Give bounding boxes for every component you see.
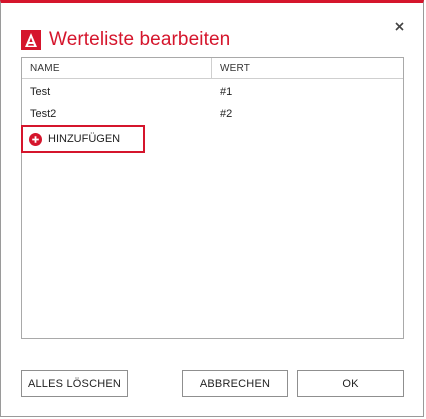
table-row[interactable]: Test #1: [22, 81, 403, 103]
close-icon: [394, 21, 404, 31]
add-entry-button[interactable]: HINZUFÜGEN: [21, 125, 145, 153]
cell-name[interactable]: Test2: [22, 108, 212, 120]
add-entry-label: HINZUFÜGEN: [48, 133, 121, 145]
table-header: NAME WERT: [22, 58, 403, 79]
table-row[interactable]: Test2 #2: [22, 103, 403, 125]
table-body: Test #1 Test2 #2: [22, 79, 403, 125]
ok-button[interactable]: OK: [297, 370, 404, 397]
cell-value[interactable]: #2: [212, 108, 403, 120]
app-logo-icon: [21, 30, 41, 50]
clear-all-button[interactable]: ALLES LÖSCHEN: [21, 370, 128, 397]
close-button[interactable]: [391, 18, 407, 34]
add-icon: [29, 132, 42, 146]
dialog-title: Werteliste bearbeiten: [49, 29, 231, 50]
cell-name[interactable]: Test: [22, 86, 212, 98]
dialog-title-bar: Werteliste bearbeiten: [21, 27, 230, 53]
value-list-table: NAME WERT Test #1 Test2 #2: [21, 57, 404, 339]
cancel-button[interactable]: ABBRECHEN: [182, 370, 288, 397]
column-header-name[interactable]: NAME: [22, 58, 212, 78]
cell-value[interactable]: #1: [212, 86, 403, 98]
column-header-value[interactable]: WERT: [212, 58, 403, 78]
